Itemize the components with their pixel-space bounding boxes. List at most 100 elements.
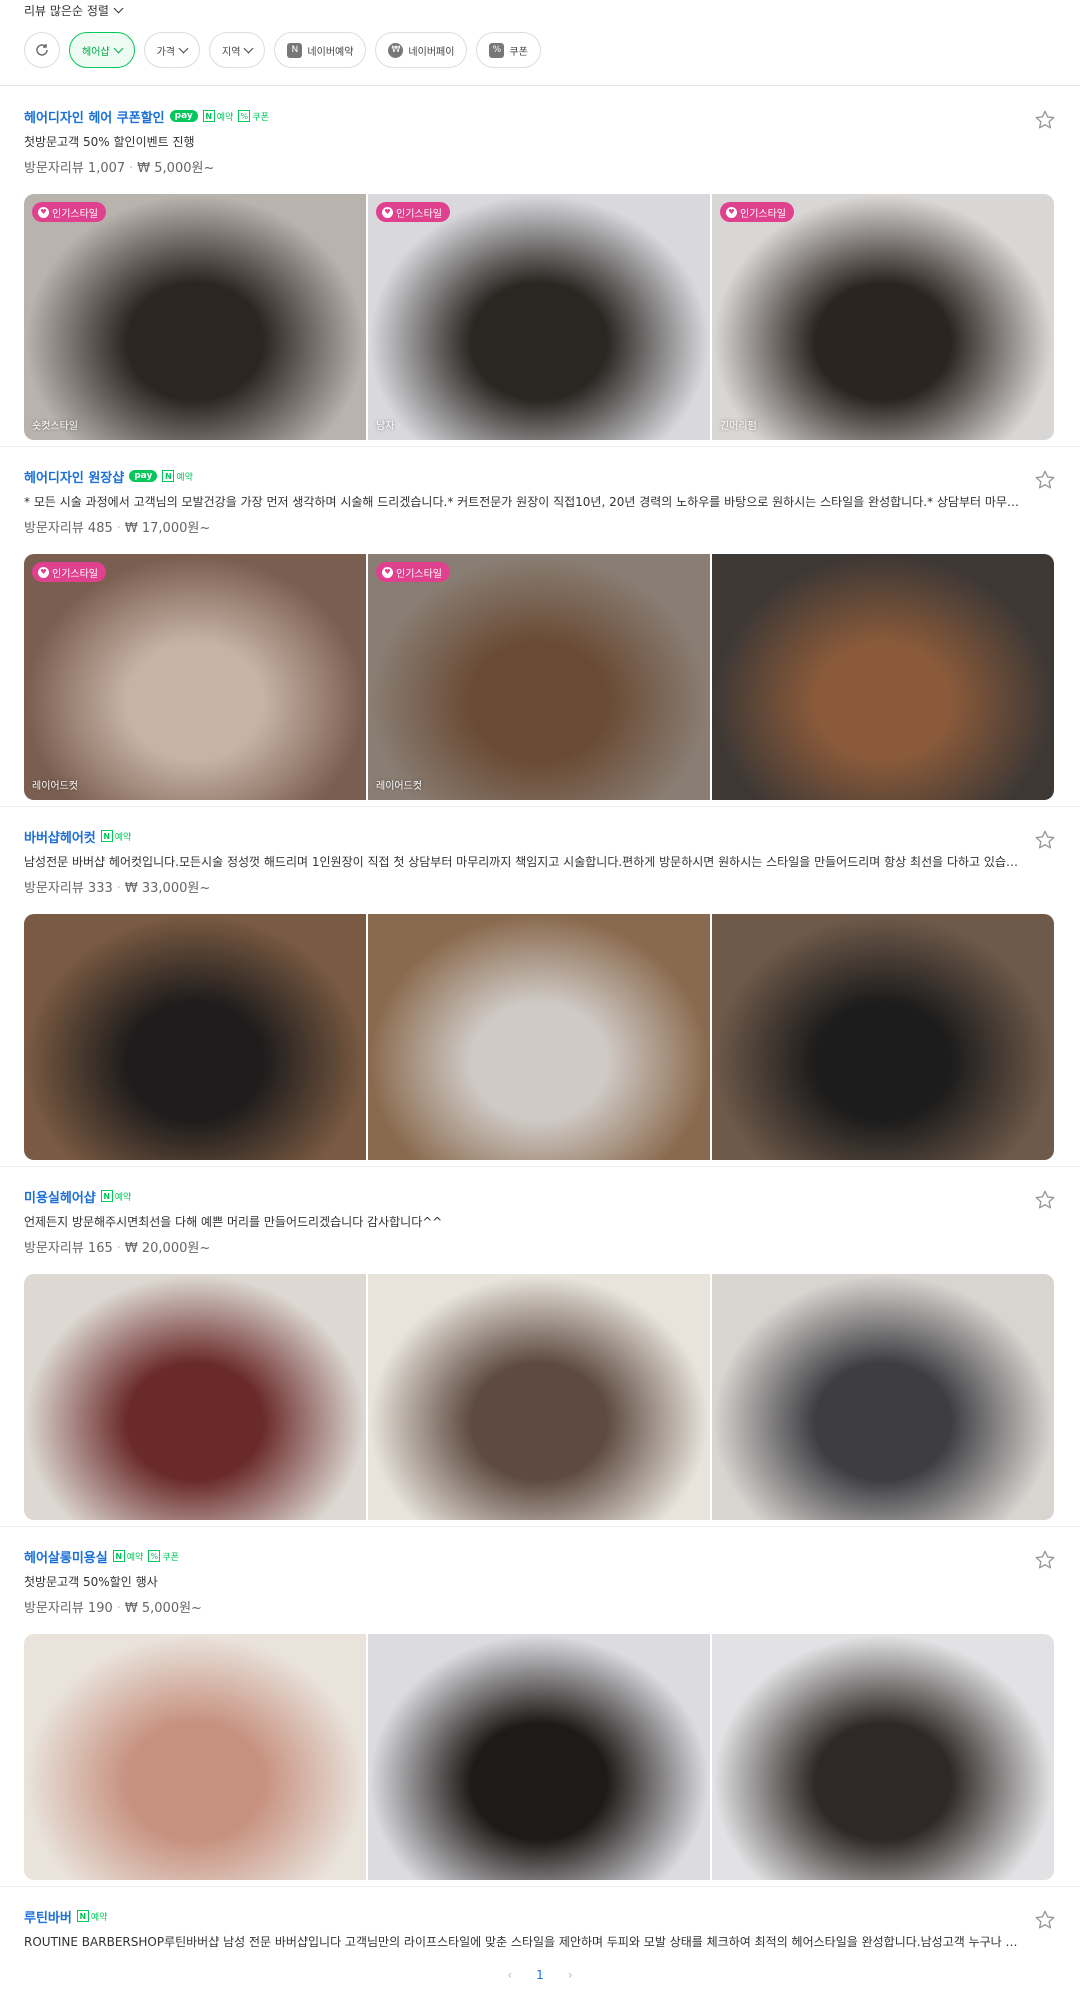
- style-photo[interactable]: ♥ 인기스타일 남자: [368, 194, 710, 440]
- shop-meta: 방문자리뷰 1,007 · ₩ 5,000원~: [24, 157, 1020, 176]
- shop-card[interactable]: 헤어디자인 헤어 쿠폰할인 pay N 예약% 쿠폰 첫방문고객 50% 할인이벤트 진행…: [0, 87, 1080, 447]
- photo-gallery: ♥ 인기스타일 레이어드컷 ♥ 인기스타일 레이어드컷: [24, 554, 1054, 800]
- naver-pay-badge: pay: [169, 110, 198, 122]
- filter-coupon[interactable]: % 쿠폰: [476, 32, 541, 68]
- shop-name[interactable]: 미용실헤어샵: [24, 1187, 96, 1206]
- shop-name-row: 바버샵헤어컷 N 예약: [24, 827, 1020, 846]
- shop-card[interactable]: 바버샵헤어컷 N 예약 남성전문 바버샵 헤어컷입니다.모든시술 정성껏 해드리며 1…: [0, 807, 1080, 1167]
- tag-label: 인기스타일: [396, 208, 442, 220]
- shop-description: * 모든 시술 과정에서 고객님의 모발건강을 가장 먼저 생각하며 시술해 드…: [24, 495, 1020, 509]
- naver-icon: N: [112, 1550, 125, 1562]
- reservation-badge: N 예약: [202, 110, 233, 123]
- review-count[interactable]: 방문자리뷰 1,007: [24, 161, 125, 176]
- filter-label: 지역: [222, 46, 241, 58]
- review-count[interactable]: 방문자리뷰 485: [24, 521, 113, 536]
- photo-caption: 레이어드컷: [32, 781, 78, 792]
- naver-icon: N: [162, 470, 175, 482]
- filter-region[interactable]: 지역: [209, 32, 266, 68]
- filter-category[interactable]: 헤어샵: [69, 32, 135, 68]
- photo-caption: 긴머리펌: [720, 421, 757, 432]
- style-photo[interactable]: ♥ 인기스타일 긴머리펌: [712, 194, 1054, 440]
- review-count[interactable]: 방문자리뷰 333: [24, 881, 113, 896]
- pagination: ‹ 1 ›: [0, 1968, 1080, 1982]
- filter-label: 헤어샵: [82, 46, 110, 58]
- shop-name[interactable]: 헤어디자인 헤어 쿠폰할인: [24, 107, 165, 126]
- reservation-badge: N 예약: [112, 1550, 143, 1563]
- coupon-label: 쿠폰: [162, 1552, 179, 1563]
- shop-meta: 방문자리뷰 333 · ₩ 33,000원~: [24, 877, 1020, 896]
- shop-header: 헤어살롱미용실 N 예약% 쿠폰 첫방문고객 50%할인 행사 방문자리뷰 190 · ₩ 5…: [24, 1547, 1020, 1616]
- filter-naver-reservation[interactable]: N 네이버예약: [274, 32, 367, 68]
- shop-header: 미용실헤어샵 N 예약 언제든지 방문해주시면최선을 다해 예쁜 머리를 만들어드리겠…: [24, 1187, 1020, 1256]
- shop-description: 첫방문고객 50% 할인이벤트 진행: [24, 135, 195, 149]
- style-photo[interactable]: ♥ 인기스타일 레이어드컷: [368, 554, 710, 800]
- style-photo[interactable]: [24, 914, 366, 1160]
- next-page-button[interactable]: ›: [568, 1968, 573, 1982]
- shop-card[interactable]: 미용실헤어샵 N 예약 언제든지 방문해주시면최선을 다해 예쁜 머리를 만들어드리겠…: [0, 1167, 1080, 1527]
- reservation-badge: N 예약: [76, 1910, 108, 1923]
- reservation-label: 예약: [176, 472, 193, 483]
- coupon-icon: %: [489, 42, 505, 58]
- style-photo[interactable]: ♥ 인기스타일숏컷스타일: [24, 194, 366, 440]
- review-count[interactable]: 방문자리뷰 165: [24, 1241, 113, 1256]
- style-photo[interactable]: [368, 914, 710, 1160]
- photo-caption: 남자: [376, 421, 395, 432]
- shop-header: 바버샵헤어컷 N 예약 남성전문 바버샵 헤어컷입니다.모든시술 정성껏 해드리며 1…: [24, 827, 1020, 896]
- shop-name[interactable]: 헤어살롱미용실: [24, 1547, 108, 1566]
- star-icon[interactable]: [1034, 1189, 1056, 1211]
- style-photo[interactable]: [24, 1274, 366, 1520]
- naver-icon: N: [202, 110, 215, 122]
- style-photo[interactable]: [368, 1274, 710, 1520]
- filter-naver-pay[interactable]: ₩ 네이버페이: [375, 32, 468, 68]
- star-icon[interactable]: [1034, 469, 1056, 491]
- filter-price[interactable]: 가격: [143, 32, 201, 68]
- popular-style-tag: ♥ 인기스타일: [376, 562, 450, 582]
- heart-icon: ♥: [38, 206, 49, 218]
- shop-name-row: 루틴바버 N 예약: [24, 1907, 1020, 1926]
- star-icon[interactable]: [1034, 1909, 1056, 1931]
- reservation-badge: N 예약: [162, 470, 193, 483]
- prev-page-button[interactable]: ‹: [507, 1968, 512, 1982]
- refresh-button[interactable]: [24, 32, 60, 68]
- naver-icon: N: [100, 1190, 113, 1202]
- shop-name-row: 헤어디자인 원장샵 pay N 예약: [24, 467, 1020, 486]
- refresh-icon: [36, 44, 48, 56]
- shop-name-row: 미용실헤어샵 N 예약: [24, 1187, 1020, 1206]
- star-icon[interactable]: [1034, 829, 1056, 851]
- coupon-badge: % 쿠폰: [148, 1550, 179, 1563]
- separator: ·: [116, 521, 121, 536]
- style-photo[interactable]: [712, 554, 1054, 800]
- price: ₩ 17,000원~: [124, 521, 211, 536]
- shop-name[interactable]: 바버샵헤어컷: [24, 827, 96, 846]
- star-icon[interactable]: [1034, 1549, 1056, 1571]
- popular-style-tag: ♥ 인기스타일: [32, 202, 106, 222]
- shop-card[interactable]: 헤어살롱미용실 N 예약% 쿠폰 첫방문고객 50%할인 행사 방문자리뷰 190 · ₩ 5…: [0, 1527, 1080, 1887]
- photo-caption: 숏컷스타일: [32, 421, 78, 432]
- coupon-icon: %: [238, 110, 251, 122]
- coupon-label: 쿠폰: [252, 112, 269, 123]
- style-photo[interactable]: [712, 1634, 1054, 1880]
- shop-card[interactable]: 헤어디자인 원장샵 pay N 예약 * 모든 시술 과정에서 고객님의 모발건강을 가…: [0, 447, 1080, 807]
- review-count[interactable]: 방문자리뷰 190: [24, 1601, 113, 1616]
- reservation-label: 예약: [90, 1912, 108, 1923]
- heart-icon: ♥: [726, 206, 737, 218]
- shop-name[interactable]: 헤어디자인 원장샵: [24, 467, 124, 486]
- separator: ·: [129, 161, 134, 176]
- style-photo[interactable]: [368, 1634, 710, 1880]
- page-number[interactable]: 1: [536, 1968, 544, 1982]
- sort-dropdown[interactable]: 리뷰 많은순 정렬: [24, 2, 124, 19]
- coupon-badge: % 쿠폰: [238, 110, 269, 123]
- style-photo[interactable]: [712, 1274, 1054, 1520]
- photo-gallery: [24, 1634, 1054, 1880]
- shop-header: 헤어디자인 원장샵 pay N 예약 * 모든 시술 과정에서 고객님의 모발건강을 가…: [24, 467, 1020, 536]
- star-icon[interactable]: [1034, 109, 1056, 131]
- shop-meta: 방문자리뷰 485 · ₩ 17,000원~: [24, 517, 1020, 536]
- style-photo[interactable]: [712, 914, 1054, 1160]
- style-photo[interactable]: ♥ 인기스타일 레이어드컷: [24, 554, 366, 800]
- style-photo[interactable]: [24, 1634, 366, 1880]
- filter-chips: 헤어샵 가격 지역 N 네이버예약 ₩ 네이버페이 % 쿠폰: [24, 32, 541, 68]
- separator: ·: [116, 1241, 121, 1256]
- shop-name[interactable]: 루틴바버: [24, 1907, 72, 1926]
- chevron-down-icon: [113, 3, 124, 14]
- shop-card[interactable]: 루틴바버 N 예약 ROUTINE BARBERSHOP루틴바버샵 남성 전문 바버샵…: [0, 1887, 1080, 1959]
